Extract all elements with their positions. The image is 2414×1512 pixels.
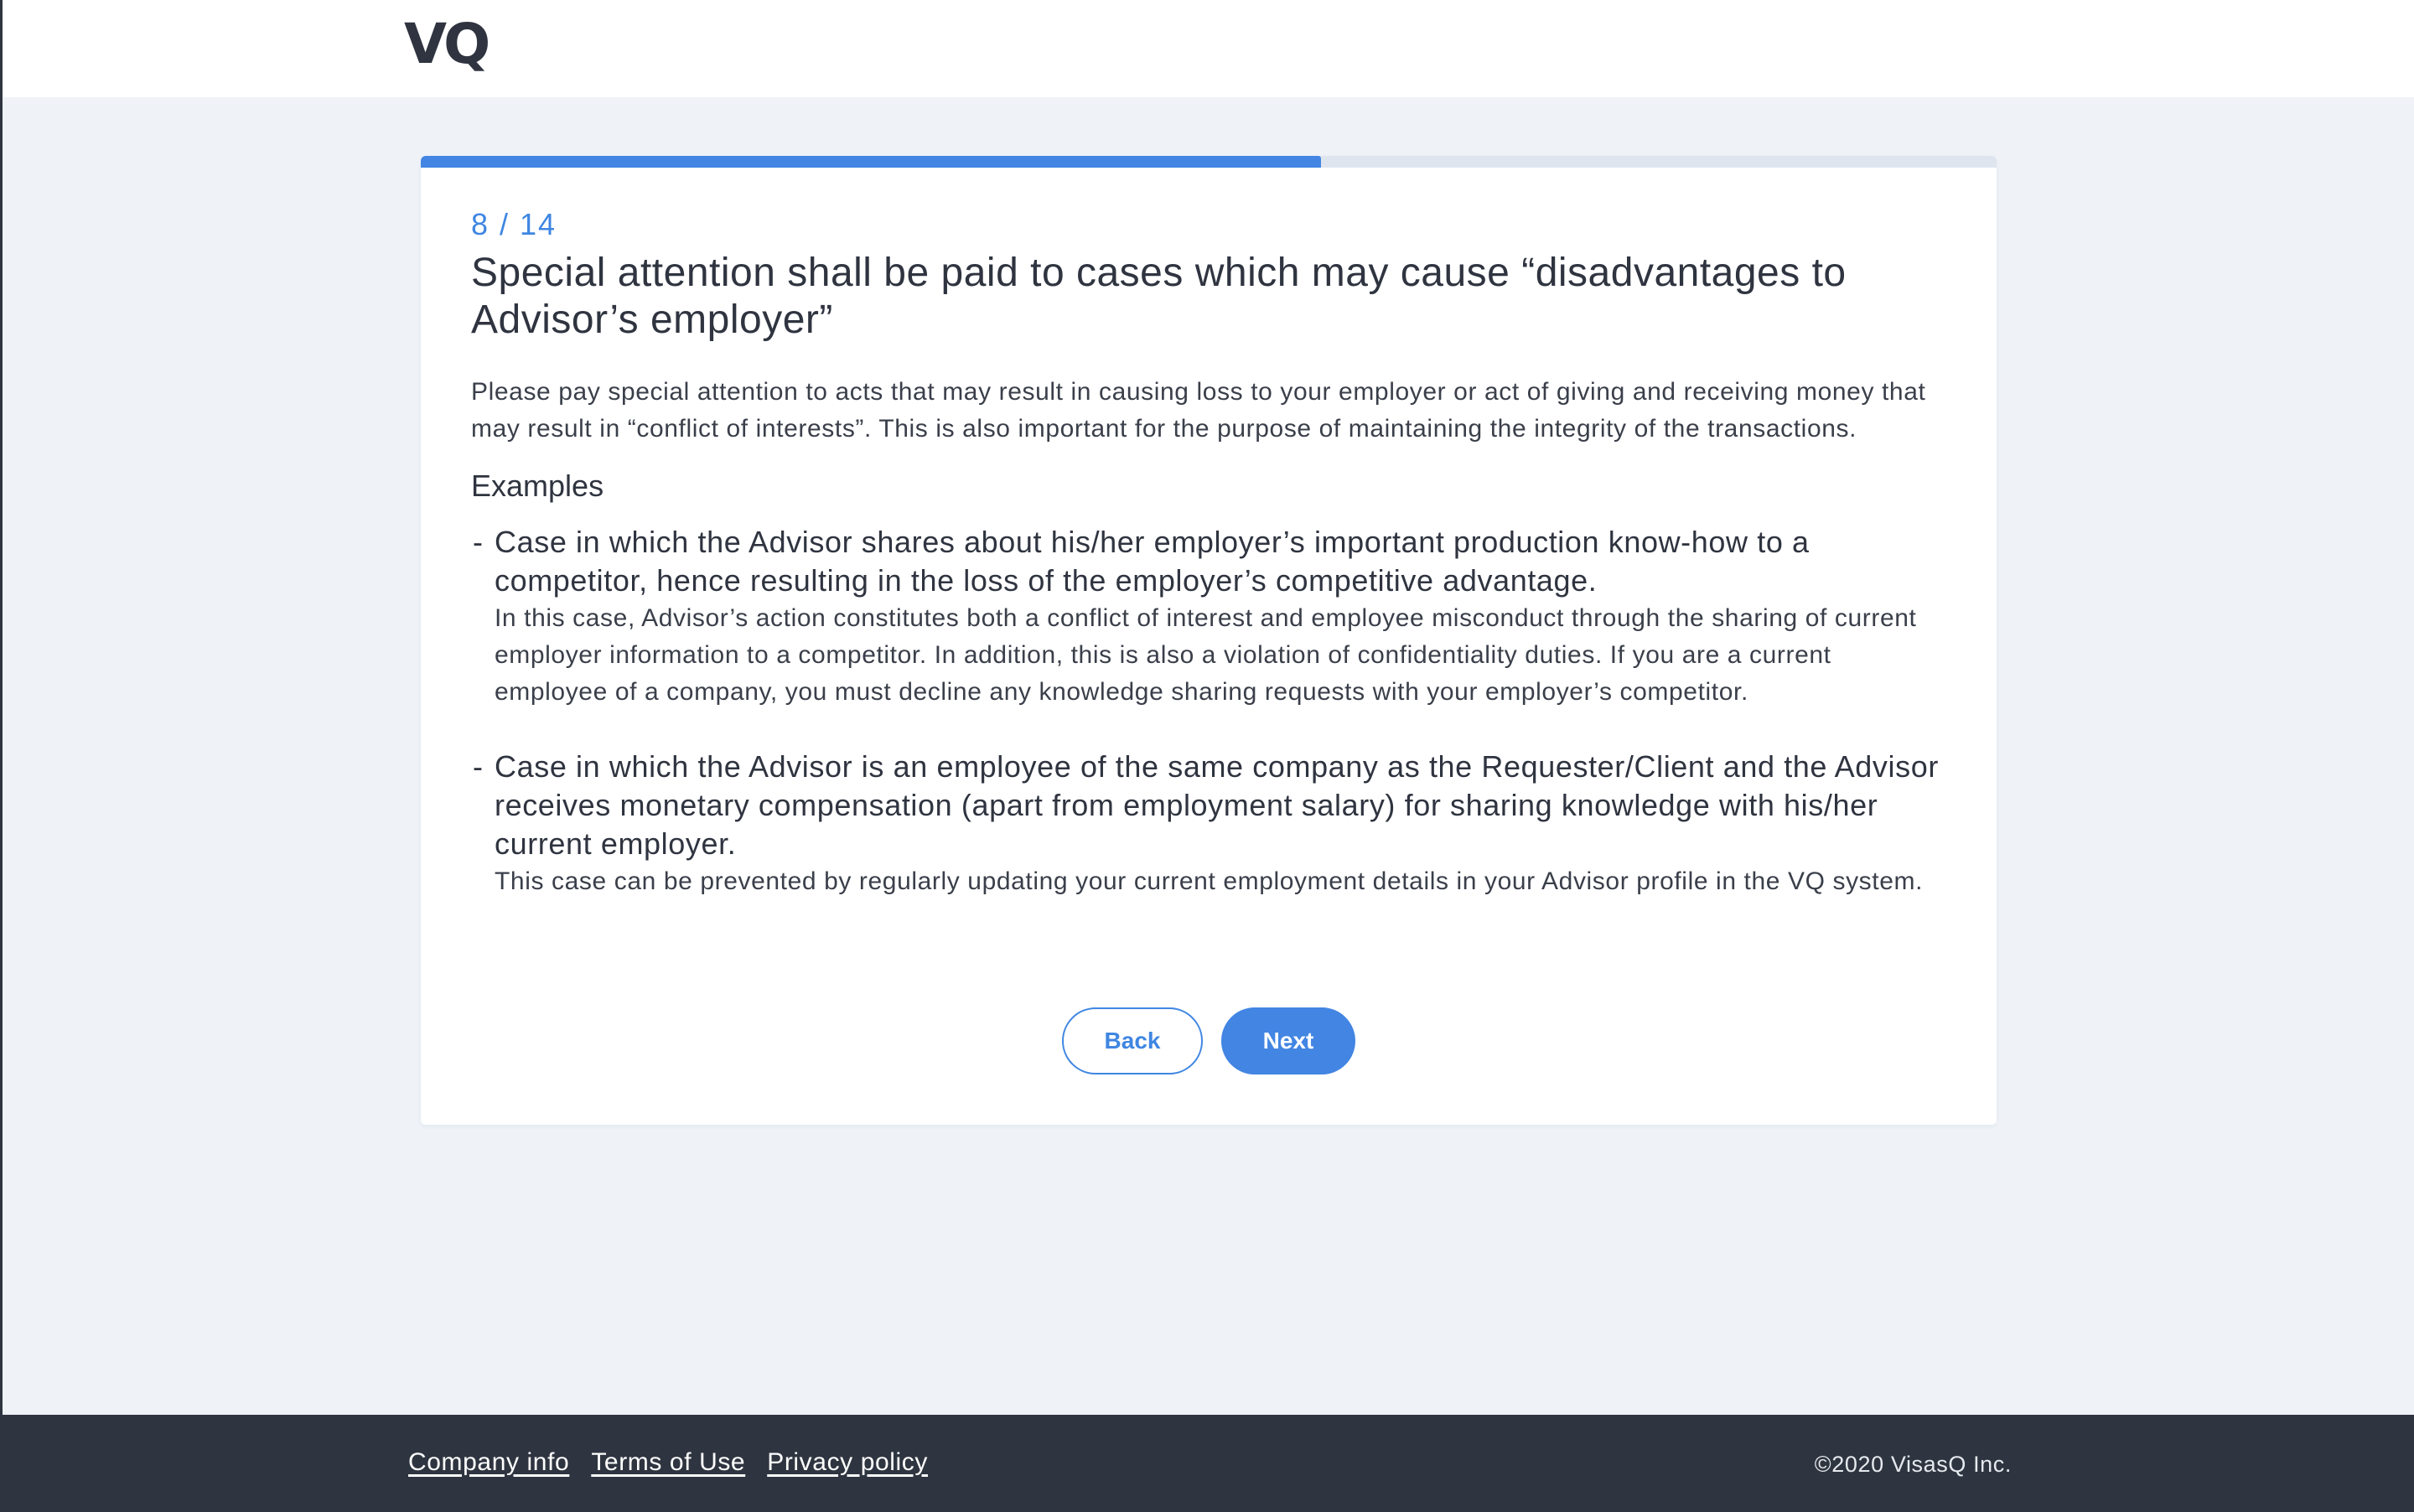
- window-bottom-edge: [0, 1509, 2414, 1512]
- step-content: 8 / 14 Special attention shall be paid t…: [471, 206, 1946, 900]
- navigation-buttons: Back Next: [421, 1007, 1997, 1074]
- step-card: 8 / 14 Special attention shall be paid t…: [421, 156, 1997, 1125]
- list-dash: -: [473, 749, 483, 784]
- copyright-text: ©2020 VisasQ Inc.: [1814, 1452, 2012, 1477]
- progress-bar: [421, 156, 1997, 168]
- example-description: This case can be prevented by regularly …: [495, 867, 1924, 895]
- privacy-policy-link[interactable]: Privacy policy: [767, 1448, 928, 1477]
- footer-links: Company info Terms of Use Privacy policy: [408, 1448, 928, 1477]
- terms-of-use-link[interactable]: Terms of Use: [591, 1448, 745, 1477]
- list-dash: -: [473, 525, 483, 559]
- next-button[interactable]: Next: [1221, 1007, 1355, 1074]
- examples-list: - Case in which the Advisor shares about…: [471, 523, 1946, 900]
- example-item: - Case in which the Advisor is an employ…: [471, 748, 1946, 900]
- example-description: In this case, Advisor’s action constitut…: [495, 604, 1917, 706]
- site-footer: Company info Terms of Use Privacy policy…: [0, 1415, 2414, 1512]
- company-info-link[interactable]: Company info: [408, 1448, 569, 1477]
- examples-heading: Examples: [471, 469, 604, 503]
- example-title: Case in which the Advisor shares about h…: [495, 525, 1810, 598]
- example-title: Case in which the Advisor is an employee…: [495, 749, 1939, 861]
- step-counter: 8 / 14: [471, 207, 557, 241]
- vq-logo[interactable]: VQ: [404, 12, 490, 76]
- example-item: - Case in which the Advisor shares about…: [471, 523, 1946, 711]
- intro-paragraph: Please pay special attention to acts tha…: [471, 378, 1926, 443]
- page-title: Special attention shall be paid to cases…: [471, 251, 1847, 342]
- back-button[interactable]: Back: [1062, 1007, 1203, 1074]
- site-header: VQ: [0, 0, 2414, 97]
- progress-bar-fill: [421, 156, 1322, 168]
- window-left-edge: [0, 0, 3, 1512]
